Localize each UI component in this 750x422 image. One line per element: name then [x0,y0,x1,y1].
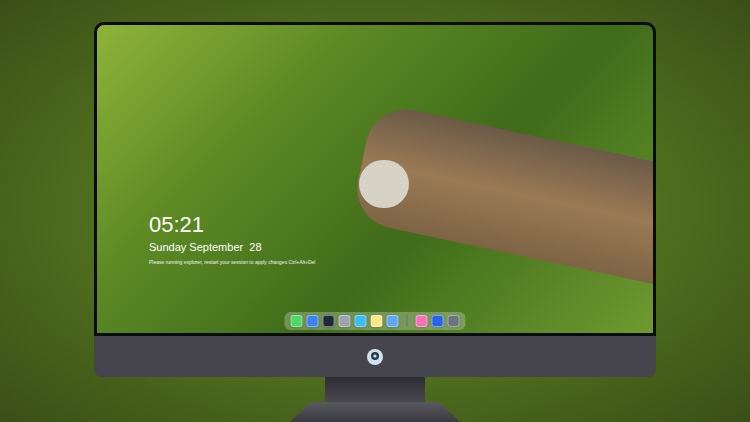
dock-separator [407,315,408,327]
photo-owl [359,160,409,208]
dock-app-icon[interactable] [323,315,335,327]
dock-app-icon[interactable] [371,315,383,327]
dock [285,312,466,330]
mockup-page: 05:21 Sunday September 28 Please running e… [0,0,750,422]
dock-app-icon[interactable] [432,315,444,327]
brand-logo-icon [365,347,385,367]
dock-app-icon[interactable] [387,315,399,327]
monitor-neck [325,377,425,402]
monitor-chin [94,336,656,378]
dock-app-icon[interactable] [416,315,428,327]
dock-app-icon[interactable] [355,315,367,327]
dock-app-icon[interactable] [448,315,460,327]
clock-date: Sunday September 28 [149,240,315,254]
clock-time: 05:21 [149,212,315,238]
monitor-screen: 05:21 Sunday September 28 Please running e… [94,22,656,336]
lock-notice: Please running explorer, restart your se… [149,258,315,266]
dock-app-icon[interactable] [307,315,319,327]
dock-app-icon[interactable] [339,315,351,327]
dock-app-icon[interactable] [291,315,303,327]
monitor-base [290,402,460,422]
lock-clock: 05:21 Sunday September 28 Please running e… [149,212,315,266]
